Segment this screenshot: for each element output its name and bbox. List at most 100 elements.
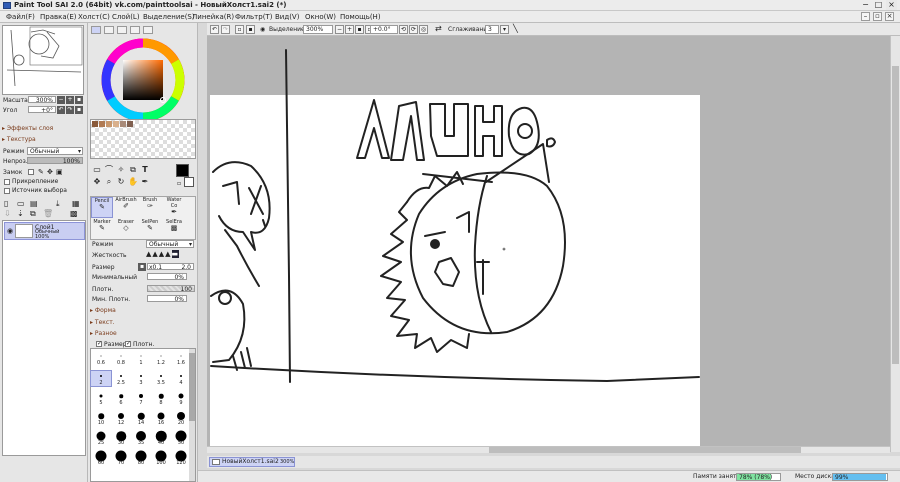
brush-size-preset[interactable]: 25 bbox=[91, 431, 111, 446]
brush-brush[interactable]: Brush ✑ bbox=[139, 197, 161, 218]
invert-selection-icon[interactable]: ▪ bbox=[246, 25, 255, 34]
swatch[interactable] bbox=[99, 121, 105, 127]
canvas-horizontal-scrollbar[interactable] bbox=[207, 446, 890, 453]
size-grid-scrollbar[interactable] bbox=[189, 349, 195, 481]
min-size-slider[interactable]: 0% bbox=[147, 273, 187, 281]
shape-select-icon[interactable]: ⧉ bbox=[128, 165, 138, 175]
horizontal-scroll-thumb[interactable] bbox=[489, 447, 801, 453]
doc-minimize-button[interactable]: – bbox=[861, 12, 870, 21]
color-swatches-panel[interactable] bbox=[90, 119, 196, 159]
layer-settings-icon[interactable]: ▦ bbox=[72, 199, 80, 208]
new-folder-icon[interactable]: ▤ bbox=[30, 199, 38, 208]
transfer-down-icon[interactable]: ⇣ bbox=[17, 209, 24, 218]
brush-mode-select[interactable]: Обычный ▾ bbox=[146, 240, 194, 248]
canvas-vertical-scrollbar[interactable] bbox=[890, 36, 900, 452]
brush-size-preset[interactable]: 70 bbox=[111, 450, 131, 466]
selection-eye-icon[interactable]: ◉ bbox=[260, 26, 265, 33]
hand-icon[interactable]: ✋ bbox=[128, 177, 138, 187]
canvas-viewport[interactable] bbox=[207, 36, 890, 452]
rotate-icon[interactable]: ↻ bbox=[116, 177, 126, 187]
doc-restore-button[interactable]: ▫ bbox=[873, 12, 882, 21]
zoom-reset-button[interactable]: ▪ bbox=[75, 96, 83, 104]
document-tab[interactable]: НовыйХолст1.sai2 300% bbox=[209, 457, 295, 467]
vertical-scroll-thumb[interactable] bbox=[892, 66, 899, 364]
brush-eraser[interactable]: Eraser ◇ bbox=[115, 219, 137, 240]
brush-size-preset[interactable]: 20 bbox=[171, 411, 191, 426]
selection-source-checkbox[interactable] bbox=[4, 188, 10, 194]
eyedropper-icon[interactable]: ✒ bbox=[140, 177, 150, 187]
min-density-slider[interactable]: 0% bbox=[147, 295, 187, 303]
brush-size-preset[interactable]: 8 bbox=[151, 391, 171, 406]
maximize-button[interactable]: □ bbox=[873, 0, 884, 10]
swap-colors-icon[interactable]: ▫ bbox=[174, 179, 184, 189]
swatch[interactable] bbox=[113, 121, 119, 127]
swatch-tab[interactable] bbox=[130, 26, 140, 34]
smoothing-field[interactable]: 3 bbox=[485, 25, 499, 34]
brush-size-preset[interactable]: 4 bbox=[171, 371, 191, 386]
eye-icon[interactable]: ◉ bbox=[7, 227, 13, 235]
close-button[interactable]: × bbox=[886, 0, 897, 10]
size-grid-scroll-thumb[interactable] bbox=[189, 353, 195, 421]
lock-pencil-icon[interactable]: ✎ bbox=[38, 168, 44, 176]
minimize-button[interactable]: − bbox=[860, 0, 871, 10]
swatch[interactable] bbox=[106, 121, 112, 127]
rotate-right-button[interactable]: ↷ bbox=[66, 106, 74, 114]
brush-size-preset[interactable]: 12 bbox=[111, 411, 131, 426]
brush-size-preset[interactable]: 3.5 bbox=[151, 371, 171, 386]
brush-size-preset[interactable]: 9 bbox=[171, 391, 191, 406]
scratchpad-tab[interactable] bbox=[143, 26, 153, 34]
color-wheel[interactable] bbox=[100, 37, 186, 123]
brush-size-preset[interactable]: 0.8 bbox=[111, 351, 131, 366]
menu-layer[interactable]: Слой(L) bbox=[112, 13, 140, 21]
straight-line-icon[interactable]: ╲ bbox=[513, 24, 518, 33]
rotate-cw-button[interactable]: ⟳ bbox=[409, 25, 418, 34]
misc-section[interactable]: ▸ Разное bbox=[90, 330, 117, 337]
rotate-reset-toolbar-button[interactable]: ◎ bbox=[419, 25, 428, 34]
lock-alpha-icon[interactable]: ▣ bbox=[56, 168, 63, 176]
menu-filter[interactable]: Фильтр(T) bbox=[235, 13, 272, 21]
redo-icon[interactable]: ↷ bbox=[221, 25, 230, 34]
menu-window[interactable]: Окно(W) bbox=[305, 13, 336, 21]
delete-layer-icon[interactable]: 🗑 bbox=[43, 209, 53, 218]
brush-marker[interactable]: Marker ✎ bbox=[91, 219, 113, 240]
zoom-icon[interactable]: ⌕ bbox=[104, 177, 114, 187]
deselect-icon[interactable]: ▫ bbox=[235, 25, 244, 34]
new-layer-icon[interactable]: ▯ bbox=[4, 199, 8, 208]
brush-size-preset[interactable]: 1 bbox=[131, 351, 151, 366]
brush-size-preset[interactable]: 16 bbox=[151, 411, 171, 426]
hardness-presets[interactable]: ▲▲▲▲▬ bbox=[146, 250, 180, 258]
brush-texture-section[interactable]: ▸ Текст. bbox=[90, 319, 115, 326]
brush-size-preset[interactable]: 80 bbox=[131, 450, 151, 466]
swatch[interactable] bbox=[92, 121, 98, 127]
magic-wand-icon[interactable]: ✧ bbox=[116, 165, 126, 175]
brush-size-preset[interactable]: 5 bbox=[91, 391, 111, 406]
toolbar-zoom-in-button[interactable]: + bbox=[345, 25, 354, 34]
density-pressure-checkbox[interactable]: ✓ bbox=[125, 340, 131, 347]
brush-size-preset[interactable]: 14 bbox=[131, 411, 151, 426]
navigator-preview[interactable] bbox=[2, 25, 84, 95]
swatch[interactable] bbox=[127, 121, 133, 127]
rect-select-icon[interactable]: ▭ bbox=[92, 165, 102, 175]
smoothing-dropdown-icon[interactable]: ▾ bbox=[500, 25, 509, 34]
background-color[interactable] bbox=[184, 177, 194, 187]
brush-size-preset[interactable]: 40 bbox=[151, 430, 171, 446]
texture-section[interactable]: ▸ Текстура bbox=[2, 136, 36, 143]
angle-slider[interactable]: +0° bbox=[28, 106, 56, 114]
zoom-out-button[interactable]: − bbox=[57, 96, 65, 104]
brush-size-preset[interactable]: 60 bbox=[91, 450, 111, 466]
copy-layer-icon[interactable]: ⇩ bbox=[4, 209, 11, 218]
brush-size-preset[interactable]: 7 bbox=[131, 391, 151, 406]
brush-airbrush[interactable]: AirBrush ✐ bbox=[115, 197, 137, 218]
layer-mode-select[interactable]: Обычный ▾ bbox=[27, 147, 83, 155]
shape-section[interactable]: ▸ Форма bbox=[90, 307, 116, 314]
brush-size-preset[interactable]: 6 bbox=[111, 391, 131, 406]
hsv-slider-tab[interactable] bbox=[117, 26, 127, 34]
rotate-left-button[interactable]: ↶ bbox=[57, 106, 65, 114]
brush-size-preset[interactable]: 1.6 bbox=[171, 351, 191, 366]
move-icon[interactable]: ✥ bbox=[92, 177, 102, 187]
clear-layer-icon[interactable]: ▩ bbox=[70, 209, 78, 218]
brush-size-preset[interactable]: 3 bbox=[131, 371, 151, 386]
text-tool-icon[interactable]: T bbox=[140, 165, 150, 175]
size-lock-button[interactable]: ▪ bbox=[138, 263, 146, 271]
toolbar-zoom-fit-button[interactable]: ▪ bbox=[355, 25, 364, 34]
